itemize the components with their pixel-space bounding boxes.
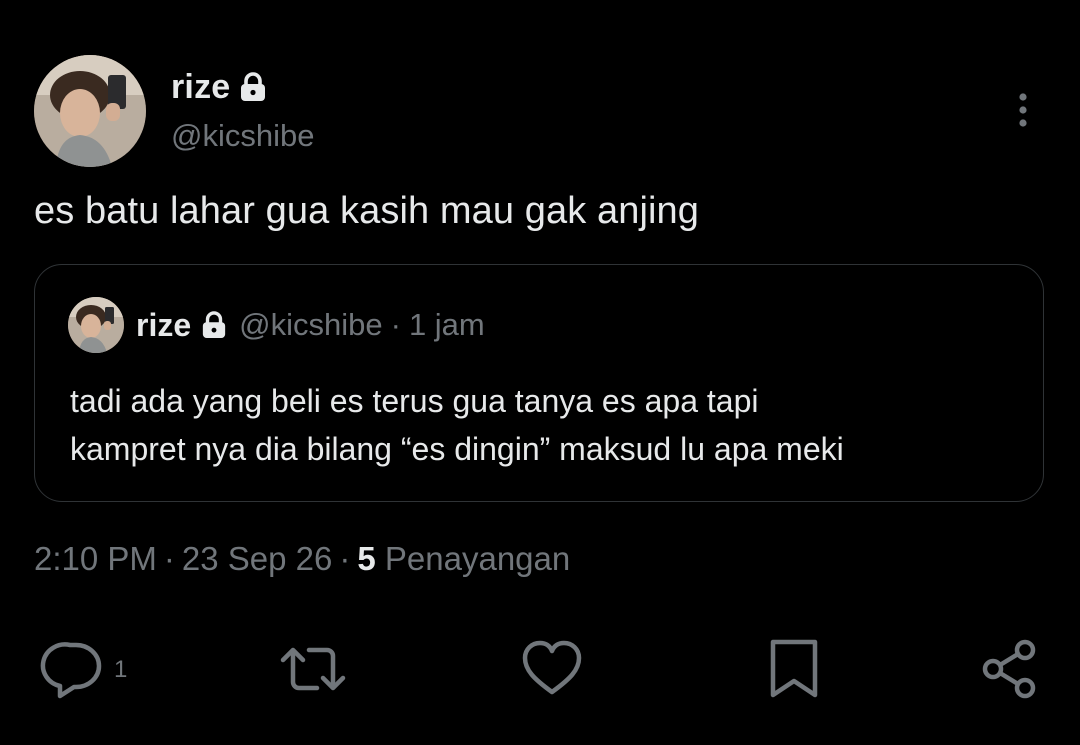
avatar-photo [68, 297, 124, 353]
lock-icon [201, 311, 227, 339]
author-handle[interactable]: @kicshibe [171, 118, 314, 154]
quoted-timestamp[interactable]: 1 jam [409, 307, 485, 343]
quoted-text: tadi ada yang beli es terus gua tanya es… [70, 377, 1030, 473]
reply-button[interactable]: 1 [40, 638, 127, 700]
bookmark-icon [764, 638, 824, 700]
views-label: Penayangan [384, 540, 571, 577]
author-display-name[interactable]: rize [171, 68, 230, 107]
author-avatar[interactable] [34, 55, 146, 167]
reply-icon [40, 638, 104, 700]
more-options-icon[interactable] [1008, 90, 1038, 132]
bookmark-button[interactable] [764, 638, 824, 700]
reply-count: 1 [114, 656, 128, 683]
quoted-text-line: kampret nya dia bilang “es dingin” maksu… [70, 431, 844, 467]
views-count: 5 [357, 540, 376, 577]
quoted-header: rize @kicshibe · 1 jam [136, 303, 485, 347]
quoted-handle[interactable]: @kicshibe [239, 307, 382, 343]
retweet-button[interactable] [277, 638, 349, 700]
avatar-photo [34, 55, 146, 167]
like-button[interactable] [520, 638, 584, 700]
separator-dot: · [390, 307, 401, 342]
quoted-display-name[interactable]: rize [136, 307, 191, 344]
separator-dot: · [339, 540, 351, 577]
tweet-text: es batu lahar gua kasih mau gak anjing [34, 190, 700, 232]
tweet-date[interactable]: 23 Sep 26 [182, 540, 332, 577]
like-icon [520, 638, 584, 700]
quoted-author-avatar[interactable] [68, 297, 124, 353]
tweet-meta: 2:10 PM · 23 Sep 26 · 5 Penayangan [34, 540, 570, 578]
share-button[interactable] [978, 638, 1042, 700]
lock-icon [239, 72, 267, 102]
share-icon [978, 638, 1042, 700]
retweet-icon [277, 638, 349, 700]
author-name-row[interactable]: rize [171, 64, 267, 110]
quoted-text-line: tadi ada yang beli es terus gua tanya es… [70, 383, 759, 419]
quoted-tweet[interactable]: rize @kicshibe · 1 jam tadi ada yang bel… [34, 264, 1044, 502]
tweet-time[interactable]: 2:10 PM [34, 540, 157, 577]
separator-dot: · [163, 540, 175, 577]
tweet-detail: rize @kicshibe es batu lahar gua kasih m… [0, 0, 1080, 745]
